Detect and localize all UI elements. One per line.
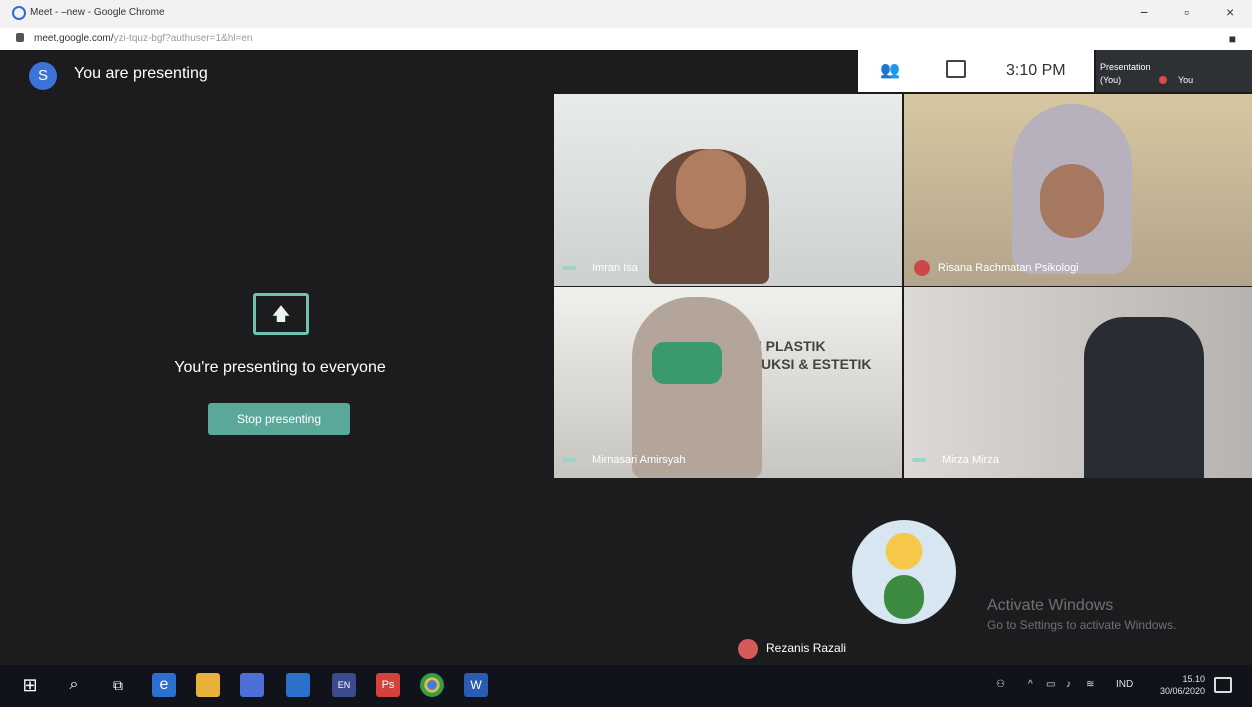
meet-top-bar: 👥 3:10 PM <box>858 50 1094 92</box>
windows-taskbar: ⊞ ⌕ ⧉ e EN Ps W ⚇ ^ ▭ ♪ ≋ IND 15.10 30/0… <box>0 665 1252 707</box>
lock-icon <box>16 33 24 42</box>
participant-name: Mirza Mirza <box>942 454 999 466</box>
presentation-thumb-title: Presentation <box>1100 62 1151 72</box>
volume-icon[interactable]: ♪ <box>1066 679 1071 690</box>
mic-off-icon <box>738 639 758 659</box>
meet-favicon-icon <box>12 6 26 20</box>
mic-off-icon <box>1159 76 1167 84</box>
search-icon[interactable]: ⌕ <box>62 673 86 697</box>
avatar: S <box>29 62 57 90</box>
presentation-thumb-owner: (You) <box>1100 75 1122 85</box>
network-icon[interactable]: ≋ <box>1086 679 1094 690</box>
edge-icon[interactable]: e <box>152 673 176 697</box>
tray-chevron-icon[interactable]: ^ <box>1028 679 1033 690</box>
watermark-title: Activate Windows <box>987 597 1114 614</box>
presenting-label: You are presenting <box>74 65 208 82</box>
presenting-message: You're presenting to everyone <box>174 359 386 376</box>
taskbar-time: 15.10 <box>1182 674 1206 684</box>
self-avatar <box>852 520 956 624</box>
stop-presenting-button[interactable]: Stop presenting <box>208 403 350 435</box>
windows-start-icon[interactable]: ⊞ <box>18 673 42 697</box>
file-explorer-icon[interactable] <box>196 673 220 697</box>
browser-menu-icon[interactable]: ■ <box>1229 32 1236 46</box>
participant-video <box>1084 317 1204 478</box>
maximize-button[interactable]: ▫ <box>1184 4 1189 20</box>
activate-windows-watermark: Activate Windows Go to Settings to activ… <box>987 597 1176 632</box>
taskbar-date: 30/06/2020 <box>1160 686 1206 696</box>
participant-name: Mirnasari Amirsyah <box>592 454 686 466</box>
self-name: Rezanis Razali <box>766 641 847 655</box>
participant-name: Risana Rachmatan Psikologi <box>938 262 1079 274</box>
people-tray-icon[interactable]: ⚇ <box>996 679 1005 690</box>
sunflower-leaf <box>884 575 924 619</box>
minimize-button[interactable]: − <box>1140 4 1148 20</box>
battery-icon[interactable]: ▭ <box>1046 679 1055 690</box>
participant-face <box>1040 164 1104 238</box>
window-title: Meet - –new - Google Chrome <box>30 7 165 18</box>
notification-icon[interactable] <box>1214 677 1232 693</box>
self-thumb-label: You <box>1178 75 1194 85</box>
participant-tile[interactable]: Mirza Mirza <box>904 287 1252 478</box>
participant-video <box>632 297 762 478</box>
store-icon[interactable] <box>240 673 264 697</box>
task-view-icon[interactable]: ⧉ <box>106 673 130 697</box>
taskbar-clock[interactable]: 15.10 30/06/2020 <box>1160 673 1205 697</box>
watermark-subtitle: Go to Settings to activate Windows. <box>987 618 1177 632</box>
presentation-thumbnail[interactable]: Presentation (You) You <box>1096 50 1252 92</box>
face-mask <box>652 342 722 384</box>
meet-stage: S You are presenting 👥 3:10 PM Presentat… <box>0 50 1252 665</box>
participant-tile[interactable]: Imran Isa <box>554 94 902 286</box>
audio-level-icon <box>562 266 576 270</box>
participant-face <box>676 149 746 229</box>
url-path: yzi-tquz-bgf?authuser=1&hl=en <box>113 33 253 44</box>
chrome-icon[interactable] <box>420 673 444 697</box>
present-screen-icon: 🡅 <box>253 293 309 335</box>
en-app-icon[interactable]: EN <box>332 673 356 697</box>
url-host: meet.google.com/ <box>34 33 114 44</box>
mic-off-icon <box>914 260 930 276</box>
photoshop-icon[interactable]: Ps <box>376 673 400 697</box>
participant-tile[interactable]: Risana Rachmatan Psikologi <box>904 94 1252 286</box>
close-button[interactable]: × <box>1226 4 1234 20</box>
participant-tile[interactable]: BEDAH PLASTIK ONSTRUKSI & ESTETIK Mirnas… <box>554 287 902 478</box>
address-bar[interactable]: meet.google.com/yzi-tquz-bgf?authuser=1&… <box>0 28 1252 51</box>
participant-name: Imran Isa <box>592 262 638 274</box>
audio-level-icon <box>912 458 926 462</box>
word-icon[interactable]: W <box>464 673 488 697</box>
url-text[interactable]: meet.google.com/yzi-tquz-bgf?authuser=1&… <box>34 33 252 44</box>
browser-title-bar: Meet - –new - Google Chrome − ▫ × <box>0 0 1252 28</box>
mail-icon[interactable] <box>286 673 310 697</box>
people-icon[interactable]: 👥 <box>880 60 900 80</box>
meeting-clock: 3:10 PM <box>1006 62 1066 79</box>
audio-level-icon <box>562 458 576 462</box>
chat-icon[interactable] <box>946 60 966 78</box>
language-indicator[interactable]: IND <box>1116 679 1133 690</box>
